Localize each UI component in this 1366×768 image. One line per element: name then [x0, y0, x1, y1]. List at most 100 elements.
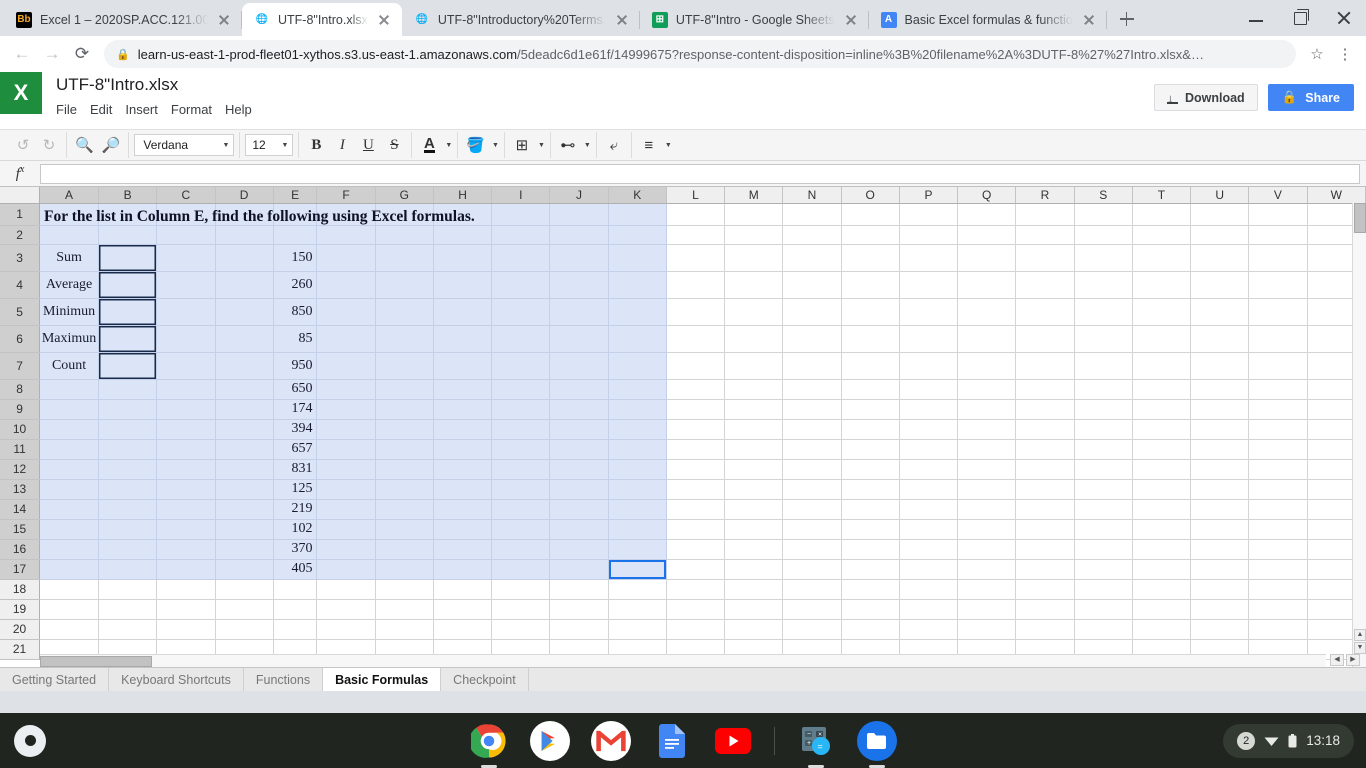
cell-b18[interactable]: [98, 579, 158, 600]
cell-f14[interactable]: [316, 499, 376, 520]
cell-b16[interactable]: [98, 539, 158, 560]
cell-u13[interactable]: [1190, 479, 1250, 500]
cell-k11[interactable]: [608, 439, 667, 460]
cell-p16[interactable]: [899, 539, 959, 560]
cell-g6[interactable]: [375, 325, 434, 353]
cell-q16[interactable]: [957, 539, 1017, 560]
cell-p15[interactable]: [899, 519, 959, 540]
cell-o16[interactable]: [841, 539, 900, 560]
cell-k17[interactable]: [608, 559, 667, 580]
play-store-icon[interactable]: [530, 720, 570, 761]
browser-tab-5[interactable]: A Basic Excel formulas & function: [869, 3, 1107, 36]
cell-o8[interactable]: [841, 379, 900, 400]
cell-t3[interactable]: [1132, 244, 1192, 272]
cell-e13[interactable]: 125: [273, 479, 318, 500]
column-header-b[interactable]: B: [98, 187, 158, 204]
cell-o17[interactable]: [841, 559, 900, 580]
cell-s16[interactable]: [1074, 539, 1133, 560]
gmail-icon[interactable]: [591, 720, 631, 761]
cell-e11[interactable]: 657: [273, 439, 318, 460]
cell-c8[interactable]: [156, 379, 216, 400]
cell-g19[interactable]: [375, 599, 434, 620]
column-header-n[interactable]: N: [782, 187, 842, 204]
cell-v7[interactable]: [1248, 352, 1308, 380]
cell-l7[interactable]: [666, 352, 726, 380]
column-header-f[interactable]: F: [316, 187, 376, 204]
cell-q13[interactable]: [957, 479, 1017, 500]
cell-m9[interactable]: [724, 399, 784, 420]
cell-v6[interactable]: [1248, 325, 1308, 353]
cell-s13[interactable]: [1074, 479, 1133, 500]
cell-i13[interactable]: [491, 479, 551, 500]
cell-s1[interactable]: [1074, 203, 1133, 226]
google-docs-icon[interactable]: [652, 721, 692, 761]
sheet-tab-keyboard-shortcuts[interactable]: Keyboard Shortcuts: [109, 668, 244, 691]
cell-g4[interactable]: [375, 271, 434, 299]
cell-i3[interactable]: [491, 244, 551, 272]
cell-d2[interactable]: [215, 225, 274, 245]
font-size-select[interactable]: 12 ▼: [245, 134, 294, 156]
sheet-tab-getting-started[interactable]: Getting Started: [0, 668, 110, 691]
cell-j11[interactable]: [549, 439, 609, 460]
merge-cells-icon[interactable]: ⊷: [556, 133, 580, 157]
cell-p8[interactable]: [899, 379, 959, 400]
cell-s9[interactable]: [1074, 399, 1133, 420]
cell-k2[interactable]: [608, 225, 667, 245]
cell-o3[interactable]: [841, 244, 900, 272]
cell-a12[interactable]: [39, 459, 100, 480]
cell-i2[interactable]: [491, 225, 551, 245]
cell-v14[interactable]: [1248, 499, 1308, 520]
cell-k16[interactable]: [608, 539, 667, 560]
column-header-r[interactable]: R: [1015, 187, 1075, 204]
sheet-tab-checkpoint[interactable]: Checkpoint: [441, 668, 529, 691]
chevron-down-icon[interactable]: ▼: [665, 142, 672, 149]
cell-v13[interactable]: [1248, 479, 1308, 500]
cell-i10[interactable]: [491, 419, 551, 440]
cell-a18[interactable]: [39, 579, 100, 600]
clock[interactable]: 13:18: [1306, 733, 1340, 748]
cell-a20[interactable]: [39, 619, 100, 640]
cell-r12[interactable]: [1015, 459, 1075, 480]
row-header-15[interactable]: 15: [0, 519, 41, 540]
cell-l18[interactable]: [666, 579, 726, 600]
cell-e20[interactable]: [273, 619, 318, 640]
cell-l4[interactable]: [666, 271, 726, 299]
cell-p4[interactable]: [899, 271, 959, 299]
cell-b4[interactable]: [98, 271, 158, 299]
cell-b20[interactable]: [98, 619, 158, 640]
cell-e10[interactable]: 394: [273, 419, 318, 440]
cell-t4[interactable]: [1132, 271, 1192, 299]
cell-u14[interactable]: [1190, 499, 1250, 520]
cell-i14[interactable]: [491, 499, 551, 520]
cell-k12[interactable]: [608, 459, 667, 480]
cell-e15[interactable]: 102: [273, 519, 318, 540]
cell-h20[interactable]: [433, 619, 493, 640]
cell-p11[interactable]: [899, 439, 959, 460]
cell-t11[interactable]: [1132, 439, 1192, 460]
row-header-11[interactable]: 11: [0, 439, 41, 460]
cell-k15[interactable]: [608, 519, 667, 540]
cell-o1[interactable]: [841, 203, 900, 226]
close-icon[interactable]: [376, 12, 392, 28]
cell-h13[interactable]: [433, 479, 493, 500]
cell-d8[interactable]: [215, 379, 274, 400]
cell-m1[interactable]: [724, 203, 784, 226]
cell-e3[interactable]: 150: [273, 244, 318, 272]
chrome-icon[interactable]: [469, 721, 509, 768]
row-header-14[interactable]: 14: [0, 499, 41, 520]
cell-s15[interactable]: [1074, 519, 1133, 540]
cell-d15[interactable]: [215, 519, 274, 540]
borders-icon[interactable]: ⊞: [510, 133, 534, 157]
cell-p2[interactable]: [899, 225, 959, 245]
cell-i9[interactable]: [491, 399, 551, 420]
cell-f12[interactable]: [316, 459, 376, 480]
row-header-18[interactable]: 18: [0, 579, 41, 600]
cell-v17[interactable]: [1248, 559, 1308, 580]
cell-k14[interactable]: [608, 499, 667, 520]
cell-p18[interactable]: [899, 579, 959, 600]
bold-button[interactable]: B: [304, 133, 328, 157]
cell-f16[interactable]: [316, 539, 376, 560]
cell-q7[interactable]: [957, 352, 1017, 380]
column-header-k[interactable]: K: [608, 187, 667, 204]
cell-m6[interactable]: [724, 325, 784, 353]
